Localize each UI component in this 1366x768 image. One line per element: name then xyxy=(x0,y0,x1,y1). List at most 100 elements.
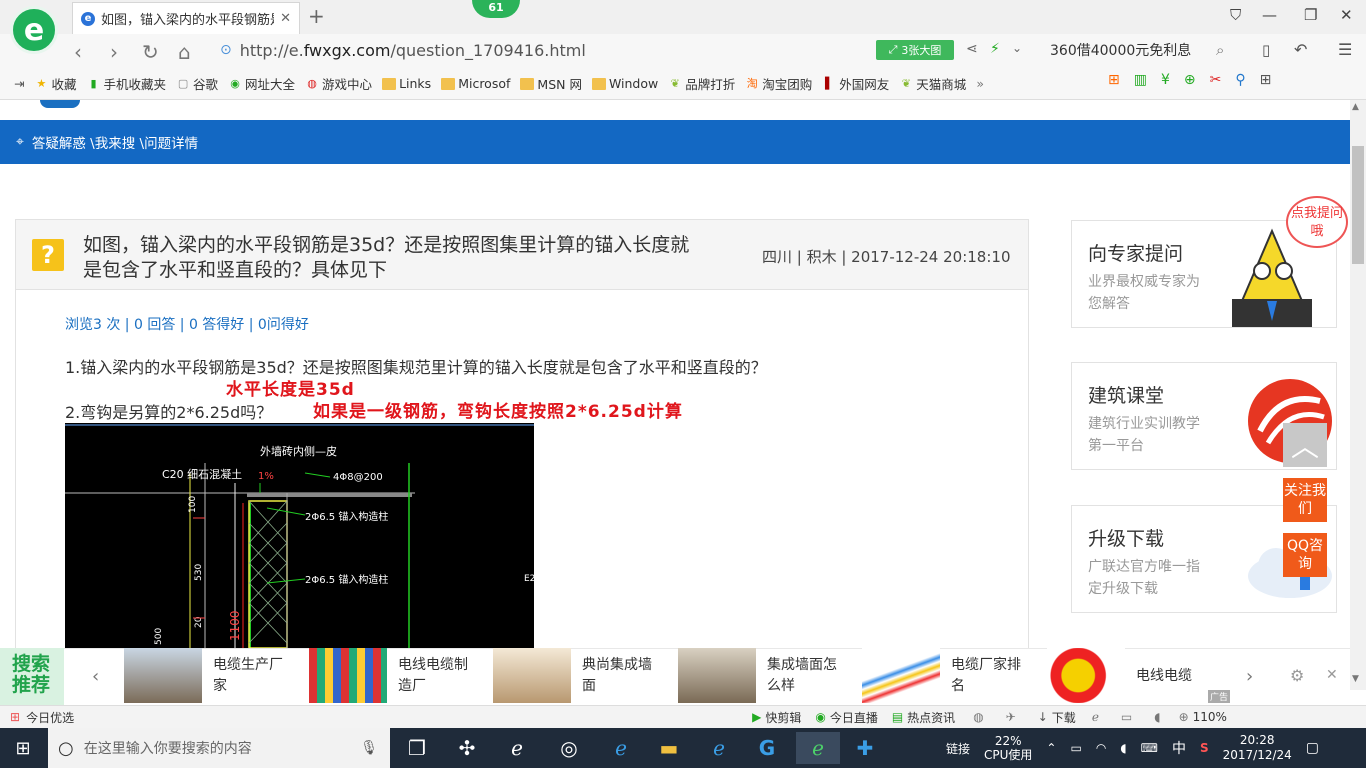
lightning-icon[interactable]: ⚡ xyxy=(990,41,1000,57)
ime-indicator[interactable]: 中 xyxy=(1172,738,1186,758)
home-icon[interactable]: ⌂ xyxy=(178,40,191,64)
menu-icon[interactable]: ☰ xyxy=(1338,40,1352,59)
clean-icon[interactable]: ✈ xyxy=(1006,710,1016,724)
forward-icon[interactable]: › xyxy=(110,40,118,64)
close-icon[interactable]: ✕ xyxy=(1340,6,1353,24)
recommend-item-6[interactable]: 电线电缆 xyxy=(1136,666,1218,687)
shirt-icon[interactable]: ⛉ xyxy=(1230,6,1241,24)
clock[interactable]: 20:28 2017/12/24 xyxy=(1223,733,1292,763)
big-image-button[interactable]: ⤢ 3张大图 xyxy=(876,40,954,60)
recommend-item-4[interactable]: 集成墙面怎么样 xyxy=(767,655,849,697)
restore-icon[interactable]: ❐ xyxy=(1304,6,1317,24)
bookmark-microsoft[interactable]: Microsof xyxy=(441,76,510,91)
yuan-icon[interactable]: ¥ xyxy=(1161,72,1170,88)
notification-center-icon[interactable]: ▢ xyxy=(1306,740,1319,756)
bookmark-foreign[interactable]: ▌ 外国网友 xyxy=(822,74,889,93)
undo-icon[interactable]: ↶ xyxy=(1294,40,1307,59)
settings-icon[interactable]: ⚙ xyxy=(1290,666,1304,685)
recommend-image-4[interactable] xyxy=(678,648,756,703)
ask-bubble[interactable]: 点我提问哦 xyxy=(1286,196,1348,248)
speed-icon[interactable]: ◍ xyxy=(973,710,983,724)
apps-grid-icon[interactable]: ⊞ xyxy=(1260,72,1272,88)
taskbar-search-input[interactable]: ○ 在这里输入你要搜索的内容 🎙 xyxy=(48,728,390,768)
translate-icon[interactable]: ⊕ xyxy=(1184,72,1196,88)
reload-icon[interactable]: ↻ xyxy=(142,40,159,64)
cad-drawing-image[interactable]: 外墙砖内侧—皮 C20 细石混凝土 1% 4Φ8@200 2Φ6.5 锚入构造柱… xyxy=(65,423,534,648)
ie-icon[interactable]: ℯ xyxy=(702,732,736,764)
status-quick-cut[interactable]: 快剪辑 xyxy=(765,709,801,726)
minimize-icon[interactable]: — xyxy=(1262,6,1277,24)
pinwheel-app-icon[interactable]: ✣ xyxy=(450,732,484,764)
bookmark-favorites[interactable]: ★ 收藏 xyxy=(34,74,77,93)
question-stats[interactable]: 浏览3 次 | 0 回答 | 0 答得好 | 0问得好 xyxy=(65,314,309,334)
bookmark-mobile[interactable]: ▮ 手机收藏夹 xyxy=(87,74,166,93)
scroll-down-icon[interactable]: ▼ xyxy=(1352,674,1359,684)
back-icon[interactable]: ‹ xyxy=(74,40,82,64)
recommend-item-1[interactable]: 电缆生产厂家 xyxy=(213,655,295,697)
volume-icon[interactable]: ◖ xyxy=(1154,710,1160,724)
chrome-like-icon[interactable]: ◎ xyxy=(552,732,586,764)
edge-icon[interactable]: ℯ xyxy=(604,732,638,764)
active-browser-taskbar-icon[interactable]: ℯ xyxy=(796,732,840,764)
recommend-image-6[interactable] xyxy=(1047,648,1125,703)
scroll-up-icon[interactable]: ▲ xyxy=(1352,102,1359,112)
bookmark-windows[interactable]: Window xyxy=(591,76,658,91)
status-download[interactable]: 下载 xyxy=(1052,709,1076,726)
browser-logo-icon[interactable]: e xyxy=(10,6,58,54)
bookmark-google[interactable]: ▢ 谷歌 xyxy=(176,74,218,93)
scrollbar-thumb[interactable] xyxy=(1352,146,1364,264)
bookmark-tmall[interactable]: ❦ 天猫商城 xyxy=(899,74,967,93)
book-icon[interactable]: ▥ xyxy=(1134,72,1147,88)
ad-search-text[interactable]: 360借40000元免利息 xyxy=(1050,40,1191,60)
sidebar-toggle-icon[interactable]: ⇥ xyxy=(14,76,24,91)
next-arrow-icon[interactable]: › xyxy=(1246,666,1253,687)
bookmark-taobao[interactable]: 淘淘宝团购 xyxy=(745,74,813,93)
g-app-icon[interactable]: G xyxy=(750,732,784,764)
recommend-item-5[interactable]: 电缆厂家排名 xyxy=(951,655,1033,697)
microphone-icon[interactable]: 🎙 xyxy=(360,740,378,756)
breadcrumb[interactable]: 答疑解惑 \我来搜 \问题详情 xyxy=(32,132,198,152)
bookmark-links[interactable]: Links xyxy=(382,76,431,91)
scissors-icon[interactable]: ✂ xyxy=(1210,72,1222,88)
speaker-icon[interactable]: ◖ xyxy=(1120,741,1126,755)
recommend-image-3[interactable] xyxy=(493,648,571,703)
phone-icon[interactable]: ▯ xyxy=(1262,41,1270,59)
wifi-icon[interactable]: ◠ xyxy=(1096,741,1106,755)
more-bookmarks-icon[interactable]: » xyxy=(976,76,984,91)
prev-arrow-icon[interactable]: ‹ xyxy=(92,666,99,687)
360-browser-icon[interactable]: ℯ xyxy=(500,732,534,764)
follow-us-button[interactable]: 关注我们 xyxy=(1283,478,1327,522)
discount-icon[interactable]: ⊞ xyxy=(1108,72,1120,88)
tab-close-icon[interactable]: ✕ xyxy=(280,11,291,26)
qq-consult-button[interactable]: QQ咨询 xyxy=(1283,533,1327,577)
bookmark-site-nav[interactable]: ◉ 网址大全 xyxy=(228,74,295,93)
battery-icon[interactable]: ▭ xyxy=(1070,741,1081,755)
status-zoom[interactable]: 110% xyxy=(1193,710,1227,724)
recommend-image-2[interactable] xyxy=(309,648,387,703)
bookmark-msn[interactable]: MSN 网 xyxy=(520,74,582,93)
share-icon[interactable]: ⋖ xyxy=(966,41,978,57)
show-hidden-icons-icon[interactable]: ⌃ xyxy=(1046,741,1056,755)
tab-active[interactable]: e 如图，锚入梁内的水平段钢筋是35d？还是按照图集里 ✕ xyxy=(72,2,300,34)
magnifier-icon[interactable]: ⚲ xyxy=(1235,72,1245,88)
ie-mode-icon[interactable]: ℯ xyxy=(1092,710,1099,724)
file-explorer-icon[interactable]: ▬ xyxy=(652,732,686,764)
recommend-item-2[interactable]: 电线电缆制造厂 xyxy=(398,655,480,697)
task-view-icon[interactable]: ❐ xyxy=(400,732,434,764)
status-live[interactable]: 今日直播 xyxy=(830,709,878,726)
bookmark-brand-sale[interactable]: ❦ 品牌打折 xyxy=(668,74,736,93)
keyboard-icon[interactable]: ⌨ xyxy=(1141,741,1158,755)
new-tab-icon[interactable]: + xyxy=(308,4,325,28)
windows-start-icon[interactable]: ⊞ xyxy=(6,732,40,764)
status-news[interactable]: 热点资讯 xyxy=(907,709,955,726)
status-today-picks[interactable]: 今日优选 xyxy=(26,709,74,726)
close-recommend-icon[interactable]: ✕ xyxy=(1326,667,1338,683)
window-icon[interactable]: ▭ xyxy=(1121,710,1132,724)
remote-app-icon[interactable]: ✚ xyxy=(848,732,882,764)
bookmark-games[interactable]: ◍ 游戏中心 xyxy=(305,74,372,93)
tray-link[interactable]: 链接 xyxy=(946,740,970,757)
search-icon[interactable]: ⌕ xyxy=(1216,41,1224,59)
back-to-top-button[interactable]: ︿ xyxy=(1283,423,1327,467)
recommend-image-5[interactable] xyxy=(862,648,940,703)
chevron-down-icon[interactable]: ⌄ xyxy=(1012,41,1022,55)
